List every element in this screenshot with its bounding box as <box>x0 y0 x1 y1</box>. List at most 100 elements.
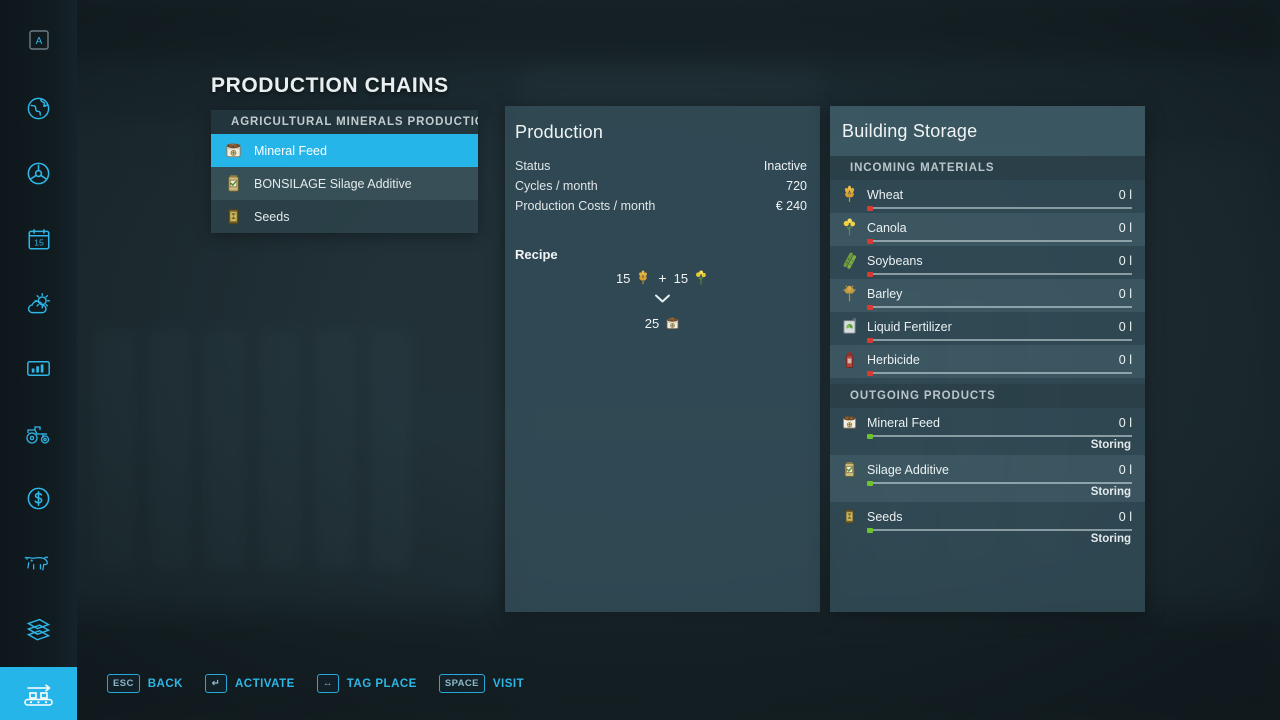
storage-row-qty: 0 l <box>1119 510 1132 524</box>
production-stat-costs: Production Costs / month € 240 <box>515 199 807 219</box>
sidebar-item-letter-a-key[interactable]: A <box>0 13 77 66</box>
key-badge: ↔ <box>317 674 339 693</box>
mineral-feed-icon <box>840 413 859 432</box>
key-badge: ↵ <box>205 674 227 693</box>
sidebar-item-animals[interactable] <box>0 537 77 590</box>
sidebar-item-finances[interactable] <box>0 472 77 525</box>
sidebar-item-calendar[interactable]: 15 <box>0 212 77 265</box>
herbicide-icon <box>840 350 859 369</box>
production-stat-cycles: Cycles / month 720 <box>515 179 807 199</box>
sidebar-item-vehicles-steering[interactable] <box>0 147 77 200</box>
storage-row-qty: 0 l <box>1119 221 1132 235</box>
wheat-icon <box>840 185 859 204</box>
sidebar-item-production-chains[interactable] <box>0 667 77 720</box>
storage-status-dot <box>867 371 873 376</box>
svg-text:A: A <box>35 36 42 47</box>
storage-row-name: Wheat <box>867 188 1111 202</box>
sidebar-item-contracts[interactable] <box>0 602 77 655</box>
seeds-icon <box>840 507 859 526</box>
recipe-heading: Recipe <box>515 247 558 262</box>
storage-row-barley[interactable]: Barley 0 l <box>830 279 1145 312</box>
dollar-circle-icon <box>25 485 52 512</box>
help-label: ACTIVATE <box>235 678 295 690</box>
storage-fill-bar <box>867 372 1132 374</box>
storage-row-line: Mineral Feed 0 l <box>840 413 1132 432</box>
liquid-fertilizer-icon <box>840 317 859 336</box>
wheat-icon <box>635 270 651 286</box>
storage-fill-bar <box>867 339 1132 341</box>
storage-row-status: Storing <box>840 533 1132 545</box>
storage-row-seeds[interactable]: Seeds 0 l Storing <box>830 502 1145 549</box>
key-badge: ESC <box>107 674 140 693</box>
steering-wheel-icon <box>25 160 52 187</box>
storage-row-line: Silage Additive 0 l <box>840 460 1132 479</box>
storage-row-line: Seeds 0 l <box>840 507 1132 526</box>
storage-row-qty: 0 l <box>1119 463 1132 477</box>
production-list-item-seeds[interactable]: Seeds <box>211 200 478 233</box>
storage-row-wheat[interactable]: Wheat 0 l <box>830 180 1145 213</box>
mineral-feed-icon <box>223 140 244 161</box>
storage-fill-bar <box>867 240 1132 242</box>
production-panel-title: Production <box>515 122 603 143</box>
storage-row-name: Herbicide <box>867 353 1111 367</box>
storage-row-soybeans[interactable]: Soybeans 0 l <box>830 246 1145 279</box>
canola-icon <box>693 270 709 286</box>
production-list-item-mineral-feed[interactable]: Mineral Feed <box>211 134 478 167</box>
production-category-header: AGRICULTURAL MINERALS PRODUCTION <box>211 110 478 134</box>
barley-icon <box>840 284 859 303</box>
storage-row-silage-additive[interactable]: Silage Additive 0 l Storing <box>830 455 1145 502</box>
sun-cloud-icon <box>25 290 53 318</box>
silage-additive-icon <box>223 173 244 194</box>
storage-row-status: Storing <box>840 439 1132 451</box>
help-item-activate[interactable]: ↵ ACTIVATE <box>205 674 295 693</box>
recipe-input-amount: 15 <box>616 271 630 286</box>
storage-row-herbicide[interactable]: Herbicide 0 l <box>830 345 1145 378</box>
storage-row-line: Canola 0 l <box>840 218 1132 237</box>
key-badge: SPACE <box>439 674 485 693</box>
help-item-tag-place[interactable]: ↔ TAG PLACE <box>317 674 417 693</box>
storage-row-mineral-feed[interactable]: Mineral Feed 0 l Storing <box>830 408 1145 455</box>
stat-label: Status <box>515 159 550 173</box>
storage-status-dot <box>867 206 873 211</box>
sidebar-item-vehicles[interactable] <box>0 407 77 460</box>
recipe-inputs: 15 + 15 <box>616 270 709 286</box>
building-storage-header: Building Storage <box>830 106 1145 156</box>
mineral-feed-icon <box>664 315 680 331</box>
recipe-arrow-icon <box>654 291 671 309</box>
storage-row-qty: 0 l <box>1119 188 1132 202</box>
production-list-item-label: Seeds <box>254 210 289 224</box>
storage-row-line: Barley 0 l <box>840 284 1132 303</box>
storage-row-qty: 0 l <box>1119 287 1132 301</box>
storage-row-name: Barley <box>867 287 1111 301</box>
calendar-15-icon: 15 <box>26 226 52 252</box>
production-list-panel: AGRICULTURAL MINERALS PRODUCTION Mineral… <box>211 110 478 233</box>
storage-fill-bar <box>867 207 1132 209</box>
storage-row-name: Silage Additive <box>867 463 1111 477</box>
storage-row-name: Canola <box>867 221 1111 235</box>
stat-label: Cycles / month <box>515 179 598 193</box>
help-item-back[interactable]: ESC BACK <box>107 674 183 693</box>
storage-row-liquid-fertilizer[interactable]: Liquid Fertilizer 0 l <box>830 312 1145 345</box>
stat-label: Production Costs / month <box>515 199 655 213</box>
seeds-icon <box>223 206 244 227</box>
bar-chart-icon <box>25 355 52 382</box>
production-list-item-silage-additive[interactable]: BONSILAGE Silage Additive <box>211 167 478 200</box>
building-storage-title: Building Storage <box>842 121 977 142</box>
storage-row-canola[interactable]: Canola 0 l <box>830 213 1145 246</box>
page-title: PRODUCTION CHAINS <box>211 74 449 98</box>
stat-value: € 240 <box>776 199 807 213</box>
storage-row-line: Soybeans 0 l <box>840 251 1132 270</box>
sidebar-item-weather[interactable] <box>0 277 77 330</box>
storage-fill-bar <box>867 273 1132 275</box>
stat-value: Inactive <box>764 159 807 173</box>
help-label: VISIT <box>493 678 524 690</box>
help-bar: ESC BACK ↵ ACTIVATE ↔ TAG PLACE SPACE VI… <box>107 674 524 693</box>
help-item-visit[interactable]: SPACE VISIT <box>439 674 524 693</box>
storage-status-dot <box>867 338 873 343</box>
storage-status-dot <box>867 481 873 486</box>
sidebar-item-map[interactable] <box>0 82 77 135</box>
storage-row-qty: 0 l <box>1119 254 1132 268</box>
tractor-icon <box>24 419 54 449</box>
production-stat-status: Status Inactive <box>515 159 807 179</box>
sidebar-item-statistics[interactable] <box>0 342 77 395</box>
